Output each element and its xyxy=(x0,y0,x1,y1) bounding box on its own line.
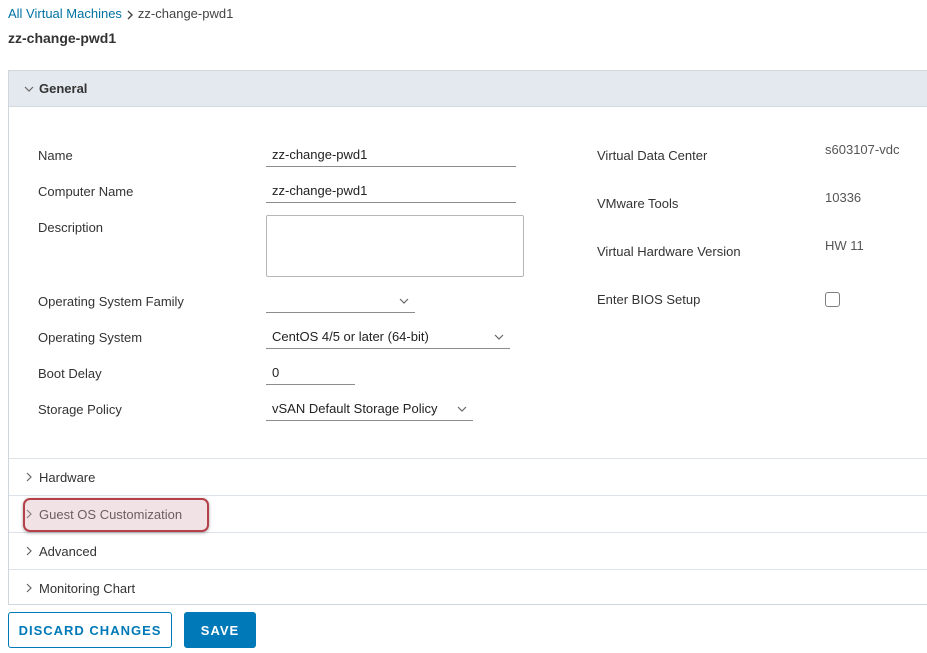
breadcrumb-all-vms-link[interactable]: All Virtual Machines xyxy=(8,6,122,21)
chevron-right-icon xyxy=(26,546,32,556)
os-family-label: Operating System Family xyxy=(38,294,184,309)
section-advanced-label: Advanced xyxy=(39,543,97,559)
section-hardware-header[interactable]: Hardware xyxy=(9,458,927,495)
breadcrumb: All Virtual Machines zz-change-pwd1 xyxy=(8,6,233,21)
boot-delay-label: Boot Delay xyxy=(38,366,102,381)
os-value: CentOS 4/5 or later (64-bit) xyxy=(272,329,429,344)
discard-changes-button[interactable]: DISCARD CHANGES xyxy=(8,612,172,648)
storage-policy-value: vSAN Default Storage Policy xyxy=(272,401,438,416)
section-general-header[interactable]: General xyxy=(9,71,927,107)
section-monitoring-chart-header[interactable]: Monitoring Chart xyxy=(9,569,927,606)
section-hardware-label: Hardware xyxy=(39,469,96,485)
chevron-down-icon xyxy=(24,86,34,92)
computer-name-input[interactable]: zz-change-pwd1 xyxy=(266,181,516,203)
boot-delay-input[interactable]: 0 xyxy=(266,363,355,385)
bios-setup-checkbox[interactable] xyxy=(825,292,840,307)
name-label: Name xyxy=(38,148,73,163)
page-title: zz-change-pwd1 xyxy=(8,30,117,46)
section-guest-os-customization-label: Guest OS Customization xyxy=(39,506,183,522)
caret-down-icon xyxy=(457,406,467,412)
description-label: Description xyxy=(38,220,104,235)
section-guest-os-customization-header[interactable]: Guest OS Customization xyxy=(9,495,927,532)
section-monitoring-chart-label: Monitoring Chart xyxy=(39,580,136,596)
vdc-label: Virtual Data Center xyxy=(597,148,708,163)
chevron-right-icon xyxy=(26,583,32,593)
storage-policy-label: Storage Policy xyxy=(38,402,122,417)
hw-version-value: HW 11 xyxy=(825,238,864,253)
section-advanced-header[interactable]: Advanced xyxy=(9,532,927,569)
name-input[interactable]: zz-change-pwd1 xyxy=(266,145,516,167)
chevron-right-icon xyxy=(26,509,32,519)
description-textarea[interactable] xyxy=(266,215,524,277)
save-button[interactable]: SAVE xyxy=(184,612,256,648)
vmware-tools-value: 10336 xyxy=(825,190,862,205)
os-label: Operating System xyxy=(38,330,143,345)
storage-policy-select[interactable]: vSAN Default Storage Policy xyxy=(266,399,473,421)
computer-name-label: Computer Name xyxy=(38,184,134,199)
section-general-label: General xyxy=(39,81,88,96)
chevron-right-icon xyxy=(26,472,32,482)
os-family-select[interactable] xyxy=(266,291,415,313)
os-select[interactable]: CentOS 4/5 or later (64-bit) xyxy=(266,327,510,349)
caret-down-icon xyxy=(399,298,409,304)
vm-details-panel: General Name zz-change-pwd1 Computer Nam… xyxy=(8,70,927,605)
caret-down-icon xyxy=(494,334,504,340)
bios-setup-label: Enter BIOS Setup xyxy=(597,292,701,307)
vmware-tools-label: VMware Tools xyxy=(597,196,679,211)
hw-version-label: Virtual Hardware Version xyxy=(597,244,741,259)
breadcrumb-current: zz-change-pwd1 xyxy=(137,6,234,21)
chevron-right-icon xyxy=(122,6,138,21)
vdc-value: s603107-vdc xyxy=(825,142,900,157)
